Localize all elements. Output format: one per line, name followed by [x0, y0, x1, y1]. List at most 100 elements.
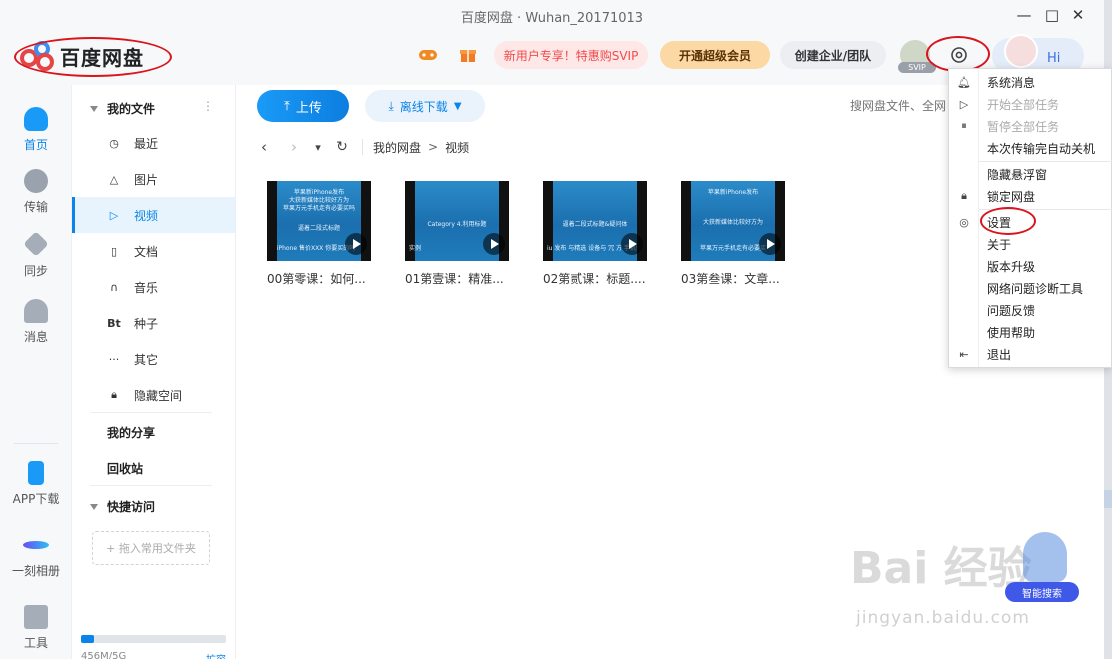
back-arrow-icon[interactable]: ‹ — [252, 138, 276, 156]
gift-icon[interactable] — [457, 44, 479, 66]
annotation-circle — [980, 207, 1036, 235]
menu-item-lock-disk[interactable]: 🔒︎ 锁定网盘 — [949, 185, 1112, 207]
exit-icon: ⇤ — [959, 347, 969, 361]
menu-item-upgrade[interactable]: 版本升级 — [949, 255, 1112, 277]
file-tile[interactable]: 苹果新iPhone发布 大获新媒体比较好方为 苹果万元手机走有必要买 03第叁课… — [681, 181, 791, 287]
file-name: 03第叁课：文章... — [681, 272, 780, 286]
nav-item-torrents[interactable]: Bt 种子 — [72, 305, 235, 341]
storage-info: 456M/5G 扩容 — [81, 651, 226, 659]
storage-progress-fill — [81, 635, 95, 643]
menu-item-system-messages[interactable]: 🔔︎ 系统消息 — [949, 71, 1112, 93]
recycle-bin-link[interactable]: 回收站 — [107, 460, 143, 477]
minimize-button[interactable]: — — [1012, 4, 1036, 26]
video-thumbnail: Category 4.利用标题 实例 — [405, 181, 509, 261]
lock-icon: 🔒︎ — [961, 189, 967, 202]
settings-menu: 🔔︎ 系统消息 ▷ 开始全部任务 ⏸︎ 暂停全部任务 本次传输完自动关机 隐藏悬浮窗 … — [948, 68, 1112, 368]
cloud-icon — [24, 107, 48, 131]
play-icon — [621, 233, 643, 255]
upload-icon: ⤒ — [284, 98, 290, 114]
download-icon: ⤓ — [388, 98, 394, 113]
rail-item-sync[interactable]: 同步 — [0, 231, 72, 279]
lock-icon: 🔒︎ — [111, 388, 117, 401]
rail-item-messages[interactable]: 消息 — [0, 299, 72, 345]
tools-icon — [24, 605, 48, 629]
left-rail: 首页 传输 同步 消息 APP下载 一刻相册 工具 — [0, 85, 72, 659]
nav-item-music[interactable]: ∩ 音乐 — [72, 269, 235, 305]
menu-item-hide-float[interactable]: 隐藏悬浮窗 — [949, 163, 1112, 185]
assistant-robot[interactable]: 智能搜索 — [1003, 528, 1079, 604]
nav-item-recent[interactable]: ◷ 最近 — [72, 125, 235, 161]
play-icon — [759, 233, 781, 255]
breadcrumb-root[interactable]: 我的网盘 — [373, 139, 421, 156]
expand-storage-link[interactable]: 扩容 — [206, 651, 226, 659]
upload-button[interactable]: ⤒ 上传 — [257, 90, 349, 122]
more-options-icon[interactable]: ⋮ — [202, 99, 214, 113]
album-icon — [23, 541, 49, 549]
menu-item-exit[interactable]: ⇤ 退出 — [949, 343, 1112, 365]
menu-item-auto-shutdown[interactable]: 本次传输完自动关机 — [949, 137, 1112, 159]
document-icon: ▯ — [110, 244, 118, 258]
greeting-text: Hi — [1047, 51, 1061, 66]
maximize-button[interactable]: □ — [1040, 4, 1064, 26]
nav-item-others[interactable]: ··· 其它 — [72, 341, 235, 377]
app-header: 百度网盘 新用户专享！特惠购SVIP 开通超级会员 创建企业/团队 SVIP H… — [0, 30, 1104, 85]
file-tile[interactable]: 苹果新iPhone发布 大获新媒体比较好方为 苹果万元手机走有必要买吗 逼着二段… — [267, 181, 377, 287]
my-share-link[interactable]: 我的分享 — [107, 424, 155, 441]
chevron-down-icon: ▼ — [453, 100, 462, 112]
nav-divider — [90, 412, 212, 413]
svip-promo-button[interactable]: 新用户专享！特惠购SVIP — [494, 41, 648, 69]
menu-item-help[interactable]: 使用帮助 — [949, 321, 1112, 343]
play-icon: ▷ — [959, 97, 969, 111]
file-tile[interactable]: 逼着二段式标题&疑问体 iu 发布 与精选 设备与 冗 方 手机值得 了么? 0… — [543, 181, 653, 287]
scrollbar-thumb[interactable] — [1104, 490, 1112, 508]
refresh-icon[interactable]: ↻ — [330, 139, 354, 155]
rail-item-tools[interactable]: 工具 — [0, 605, 72, 651]
menu-item-about[interactable]: 关于 — [949, 233, 1112, 255]
play-icon — [345, 233, 367, 255]
rail-item-home[interactable]: 首页 — [0, 107, 72, 153]
menu-item-start-all[interactable]: ▷ 开始全部任务 — [949, 93, 1112, 115]
clock-icon: ◷ — [109, 136, 119, 150]
robot-tag: 智能搜索 — [1005, 582, 1079, 602]
annotation-circle — [14, 37, 172, 77]
rail-item-app-download[interactable]: APP下载 — [0, 461, 72, 507]
my-files-header[interactable]: 我的文件 — [90, 100, 155, 117]
more-icon: ··· — [108, 352, 120, 366]
storage-usage-text: 456M/5G — [81, 651, 127, 659]
phone-icon — [28, 461, 44, 485]
file-tile[interactable]: Category 4.利用标题 实例 01第壹课：精准... — [405, 181, 515, 287]
breadcrumb-current: 视频 — [445, 140, 470, 155]
game-icon[interactable] — [417, 44, 439, 66]
bell-icon: 🔔︎ — [957, 75, 971, 89]
file-name: 01第壹课：精准... — [405, 272, 504, 286]
message-icon — [24, 299, 48, 323]
file-name: 00第零课：如何... — [267, 272, 366, 286]
rail-item-album[interactable]: 一刻相册 — [0, 533, 72, 579]
forward-arrow-icon[interactable]: › — [282, 138, 306, 156]
nav-item-videos[interactable]: ▷ 视频 — [72, 197, 235, 233]
collapse-triangle-icon — [90, 105, 98, 112]
nav-item-images[interactable]: △ 图片 — [72, 161, 235, 197]
title-bar: 百度网盘 · Wuhan_20171013 — □ ✕ — [0, 0, 1104, 30]
history-dropdown-icon[interactable]: ▾ — [306, 141, 330, 154]
quick-access-header[interactable]: 快捷访问 — [90, 498, 155, 515]
user-avatar-icon[interactable] — [1004, 34, 1038, 68]
watermark-url: jingyan.baidu.com — [856, 608, 1030, 628]
pause-icon: ⏸︎ — [961, 119, 967, 132]
rail-item-transfer[interactable]: 传输 — [0, 169, 72, 215]
menu-item-network-diagnose[interactable]: 网络问题诊断工具 — [949, 277, 1112, 299]
transfer-icon — [24, 169, 48, 193]
video-thumbnail: 逼着二段式标题&疑问体 iu 发布 与精选 设备与 冗 方 手机值得 了么? — [543, 181, 647, 261]
menu-item-pause-all[interactable]: ⏸︎ 暂停全部任务 — [949, 115, 1112, 137]
open-svip-button[interactable]: 开通超级会员 — [660, 41, 770, 69]
create-enterprise-button[interactable]: 创建企业/团队 — [780, 41, 886, 69]
robot-icon — [1023, 532, 1067, 582]
file-name: 02第贰课：标题.... — [543, 272, 646, 286]
annotation-circle — [926, 36, 990, 72]
close-button[interactable]: ✕ — [1066, 4, 1090, 26]
offline-download-button[interactable]: ⤓ 离线下载 ▼ — [365, 90, 485, 122]
menu-item-feedback[interactable]: 问题反馈 — [949, 299, 1112, 321]
nav-item-hidden-space[interactable]: 🔒︎ 隐藏空间 — [72, 377, 235, 413]
drop-favorite-folder-area[interactable]: + 拖入常用文件夹 — [92, 531, 210, 565]
nav-item-documents[interactable]: ▯ 文档 — [72, 233, 235, 269]
